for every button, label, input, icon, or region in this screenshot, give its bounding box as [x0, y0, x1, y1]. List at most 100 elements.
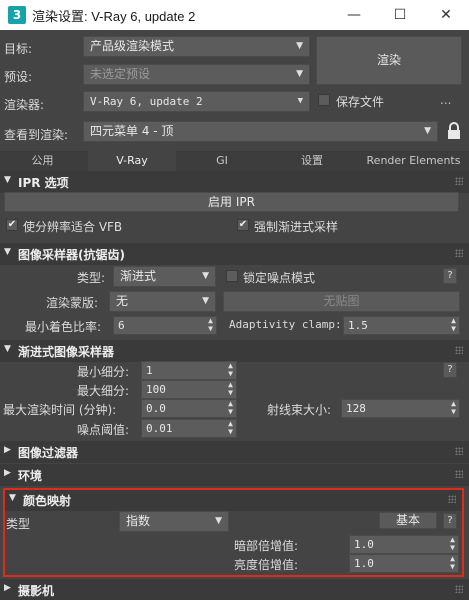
fit-vfb-checkbox[interactable]: ✔ — [6, 219, 18, 231]
image-sampler-title: 图像采样器(抗锯齿) — [18, 248, 125, 262]
no-map-button[interactable]: 无贴图 — [223, 291, 460, 312]
preset-dropdown[interactable]: 未选定预设 ▼ — [83, 64, 310, 85]
collapse-triangle-icon: ▼ — [4, 175, 11, 185]
sampler-type-value: 渐进式 — [120, 269, 157, 283]
renderer-value: V-Ray 6, update 2 — [90, 95, 203, 108]
preset-label: 预设: — [4, 70, 33, 84]
tab-common[interactable]: 公用 — [0, 151, 85, 171]
minimize-button[interactable]: — — [331, 0, 377, 30]
view-to-render-value: 四元菜单 4 - 顶 — [90, 124, 174, 138]
camera-title: 摄影机 — [18, 584, 55, 598]
target-label: 目标: — [4, 42, 33, 56]
sampler-type-label: 类型: — [77, 271, 106, 285]
expand-triangle-icon: ▶ — [4, 583, 11, 593]
max-render-time-label: 最大渲染时间 (分钟): — [3, 403, 117, 417]
chevron-down-icon: ▼ — [296, 41, 303, 51]
lock-icon[interactable] — [447, 122, 461, 140]
render-mask-value: 无 — [116, 294, 129, 308]
min-subdivs-label: 最小细分: — [77, 365, 130, 379]
force-progressive-checkbox[interactable]: ✔ — [237, 219, 249, 231]
min-shading-rate-label: 最小着色比率: — [25, 320, 102, 334]
highlight-box — [3, 488, 464, 577]
tab-render-elements[interactable]: Render Elements — [358, 151, 469, 171]
tab-vray[interactable]: V-Ray — [88, 151, 176, 171]
spinner-arrows-icon[interactable]: ▲ ▼ — [228, 400, 233, 416]
target-value: 产品级渲染模式 — [90, 39, 175, 53]
adaptivity-clamp-spinner[interactable]: 1.5 ▲ ▼ — [343, 316, 460, 335]
spinner-arrows-icon[interactable]: ▲ ▼ — [451, 317, 456, 333]
spinner-arrows-icon[interactable]: ▲ ▼ — [228, 381, 233, 397]
force-progressive-label: 强制渐进式采样 — [254, 220, 339, 234]
render-mask-label: 渲染蒙版: — [46, 296, 99, 310]
help-button[interactable]: ? — [443, 268, 457, 284]
grip-icon — [455, 177, 463, 185]
min-shading-rate-spinner[interactable]: 6 ▲ ▼ — [113, 316, 217, 335]
renderer-label: 渲染器: — [4, 98, 45, 112]
grip-icon — [455, 346, 463, 354]
title-bar: 3 渲染设置: V-Ray 6, update 2 — ☐ ✕ — [0, 0, 469, 30]
close-button[interactable]: ✕ — [423, 0, 469, 30]
chevron-down-icon: ▼ — [297, 96, 303, 106]
more-options-button[interactable]: ... — [440, 93, 451, 107]
enable-ipr-button[interactable]: 启用 IPR — [4, 192, 459, 212]
chevron-down-icon: ▼ — [202, 296, 209, 306]
spinner-arrows-icon[interactable]: ▲ ▼ — [208, 317, 213, 333]
lock-noise-checkbox[interactable] — [226, 270, 238, 282]
max-render-time-value: 0.0 — [146, 402, 166, 415]
view-to-render-dropdown[interactable]: 四元菜单 4 - 顶 ▼ — [83, 121, 438, 142]
renderer-dropdown[interactable]: V-Ray 6, update 2 ▼ — [83, 91, 310, 112]
noise-threshold-value: 0.01 — [146, 422, 173, 435]
adaptivity-clamp-label: Adaptivity clamp: — [229, 318, 342, 331]
max-subdivs-spinner[interactable]: 100 ▲ ▼ — [141, 380, 237, 399]
ipr-options-rollout-header[interactable]: ▼ IPR 选项 — [0, 171, 469, 193]
save-file-label: 保存文件 — [336, 95, 385, 109]
chevron-down-icon: ▼ — [202, 271, 209, 281]
grip-icon — [455, 447, 463, 455]
maximize-button[interactable]: ☐ — [377, 0, 423, 30]
environment-rollout-header[interactable]: ▶ 环境 — [0, 464, 469, 486]
chevron-down-icon: ▼ — [424, 126, 431, 136]
grip-icon — [455, 470, 463, 478]
chevron-down-icon: ▼ — [296, 69, 303, 79]
image-filter-title: 图像过滤器 — [18, 446, 79, 460]
spinner-arrows-icon[interactable]: ▲ ▼ — [228, 362, 233, 378]
max-render-time-spinner[interactable]: 0.0 ▲ ▼ — [141, 399, 237, 418]
min-subdivs-spinner[interactable]: 1 ▲ ▼ — [141, 361, 237, 380]
app-logo-icon: 3 — [8, 6, 26, 24]
progressive-sampler-rollout-header[interactable]: ▼ 渐进式图像采样器 — [0, 340, 469, 362]
render-mask-dropdown[interactable]: 无 ▼ — [109, 291, 216, 312]
fit-vfb-label: 使分辨率适合 VFB — [23, 220, 123, 234]
tab-gi[interactable]: GI — [178, 151, 266, 171]
collapse-triangle-icon: ▼ — [4, 247, 11, 257]
image-sampler-rollout-header[interactable]: ▼ 图像采样器(抗锯齿) — [0, 243, 469, 265]
adaptivity-clamp-value: 1.5 — [348, 319, 368, 332]
save-file-checkbox[interactable] — [318, 94, 330, 106]
sampler-type-dropdown[interactable]: 渐进式 ▼ — [113, 266, 216, 287]
bundle-size-spinner[interactable]: 128 ▲ ▼ — [341, 399, 460, 418]
target-dropdown[interactable]: 产品级渲染模式 ▼ — [83, 36, 310, 57]
bundle-size-value: 128 — [346, 402, 366, 415]
collapse-triangle-icon: ▼ — [4, 344, 11, 354]
grip-icon — [455, 585, 463, 593]
help-button[interactable]: ? — [443, 362, 457, 378]
grip-icon — [455, 249, 463, 257]
spinner-arrows-icon[interactable]: ▲ ▼ — [451, 400, 456, 416]
environment-title: 环境 — [18, 469, 43, 483]
image-filter-rollout-header[interactable]: ▶ 图像过滤器 — [0, 441, 469, 463]
spinner-arrows-icon[interactable]: ▲ ▼ — [228, 420, 233, 436]
expand-triangle-icon: ▶ — [4, 468, 11, 478]
expand-triangle-icon: ▶ — [4, 445, 11, 455]
max-subdivs-value: 100 — [146, 383, 166, 396]
noise-threshold-label: 噪点阈值: — [77, 423, 130, 437]
ipr-options-title: IPR 选项 — [18, 176, 69, 190]
window-title: 渲染设置: V-Ray 6, update 2 — [32, 9, 196, 24]
camera-rollout-header[interactable]: ▶ 摄影机 — [0, 579, 469, 600]
tab-settings[interactable]: 设置 — [268, 151, 356, 171]
view-to-render-label: 查看到渲染: — [4, 128, 69, 142]
max-subdivs-label: 最大细分: — [77, 384, 130, 398]
bundle-size-label: 射线束大小: — [267, 403, 332, 417]
lock-noise-label: 锁定噪点模式 — [243, 271, 316, 285]
progressive-sampler-title: 渐进式图像采样器 — [18, 345, 115, 359]
noise-threshold-spinner[interactable]: 0.01 ▲ ▼ — [141, 419, 237, 438]
render-button[interactable]: 渲染 — [316, 36, 462, 85]
